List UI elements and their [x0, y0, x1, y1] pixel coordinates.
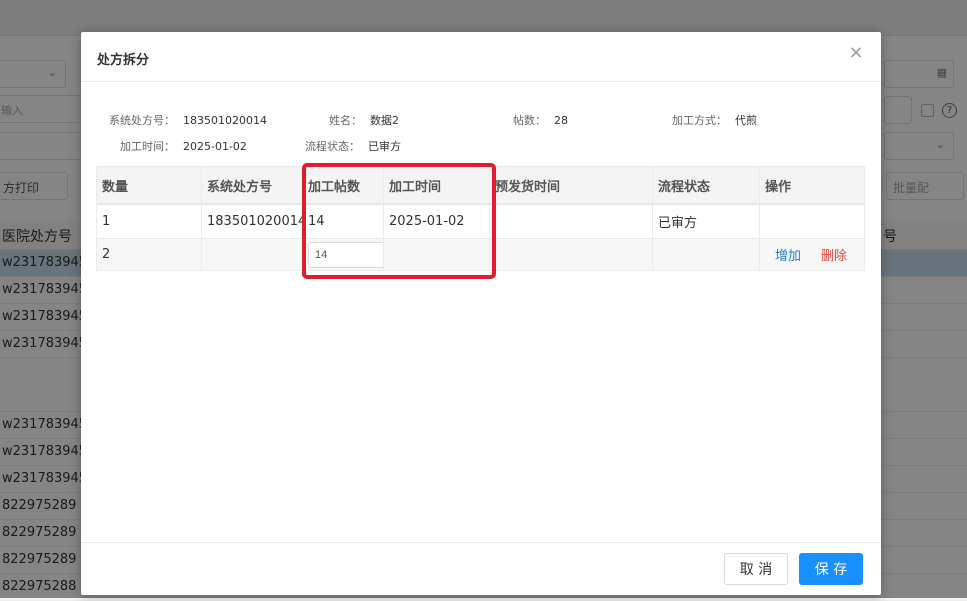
cell-qty: 2	[97, 239, 202, 270]
info-value: 2025-01-02	[183, 140, 247, 153]
column-header-qty: 数量	[97, 167, 202, 203]
cell-rx-no	[202, 239, 303, 270]
column-header-rx-no: 系统处方号	[202, 167, 303, 203]
info-value: 代煎	[735, 114, 757, 127]
split-prescription-dialog: 处方拆分 × 系统处方号： 183501020014 姓名： 数据2 帖数： 28 加…	[81, 32, 881, 595]
cell-ship-time	[490, 205, 653, 238]
doses-input[interactable]	[308, 241, 383, 268]
info-value: 数据2	[370, 114, 399, 127]
info-label: 姓名：	[329, 114, 362, 127]
info-label: 加工方式：	[672, 114, 727, 127]
table-row[interactable]: 2 增加 删除	[97, 239, 864, 271]
column-header-ship-time: 预发货时间	[490, 167, 653, 203]
info-label: 系统处方号：	[109, 114, 175, 127]
info-rx-no: 系统处方号： 183501020014	[109, 112, 267, 128]
cell-actions	[760, 205, 866, 238]
info-label: 加工时间：	[120, 140, 175, 153]
cell-ship-time	[490, 239, 653, 270]
column-header-time: 加工时间	[384, 167, 490, 203]
close-icon[interactable]: ×	[847, 44, 865, 62]
cell-time: 2025-01-02	[384, 205, 490, 238]
dialog-header: 处方拆分 ×	[81, 32, 881, 82]
split-table: 数量 系统处方号 加工帖数 加工时间 预发货时间 流程状态 操作 1 18350…	[96, 166, 865, 271]
info-value: 已审方	[368, 140, 401, 153]
cell-doses: 14	[303, 205, 384, 238]
column-header-actions: 操作	[765, 179, 792, 195]
cell-status: 已审方	[653, 205, 760, 238]
cell-rx-no: 183501020014	[202, 205, 303, 238]
info-value: 28	[554, 114, 568, 127]
table-row[interactable]: 1 183501020014 14 2025-01-02 已审方	[97, 205, 864, 239]
table-header-row: 数量 系统处方号 加工帖数 加工时间 预发货时间 流程状态 操作	[97, 167, 864, 205]
cell-doses	[303, 239, 384, 270]
info-method: 加工方式： 代煎	[672, 112, 757, 128]
info-label: 流程状态：	[305, 140, 360, 153]
column-header-status: 流程状态	[653, 167, 760, 203]
add-row-link[interactable]: 增加	[775, 245, 801, 264]
info-time: 加工时间： 2025-01-02	[120, 138, 247, 154]
dialog-title: 处方拆分	[97, 53, 150, 68]
dialog-footer: 取 消 保 存	[81, 542, 881, 595]
save-button[interactable]: 保 存	[799, 553, 863, 585]
info-status: 流程状态： 已审方	[305, 138, 401, 154]
cell-time	[384, 239, 490, 270]
delete-row-link[interactable]: 删除	[821, 245, 847, 264]
info-value: 183501020014	[183, 114, 267, 127]
column-header-doses: 加工帖数	[303, 167, 384, 203]
cancel-button[interactable]: 取 消	[724, 553, 788, 585]
cell-qty: 1	[97, 205, 202, 238]
cell-status	[653, 239, 760, 270]
info-name: 姓名： 数据2	[329, 112, 399, 128]
info-label: 帖数：	[513, 114, 546, 127]
info-doses: 帖数： 28	[513, 112, 568, 128]
cell-actions: 增加 删除	[760, 239, 866, 270]
